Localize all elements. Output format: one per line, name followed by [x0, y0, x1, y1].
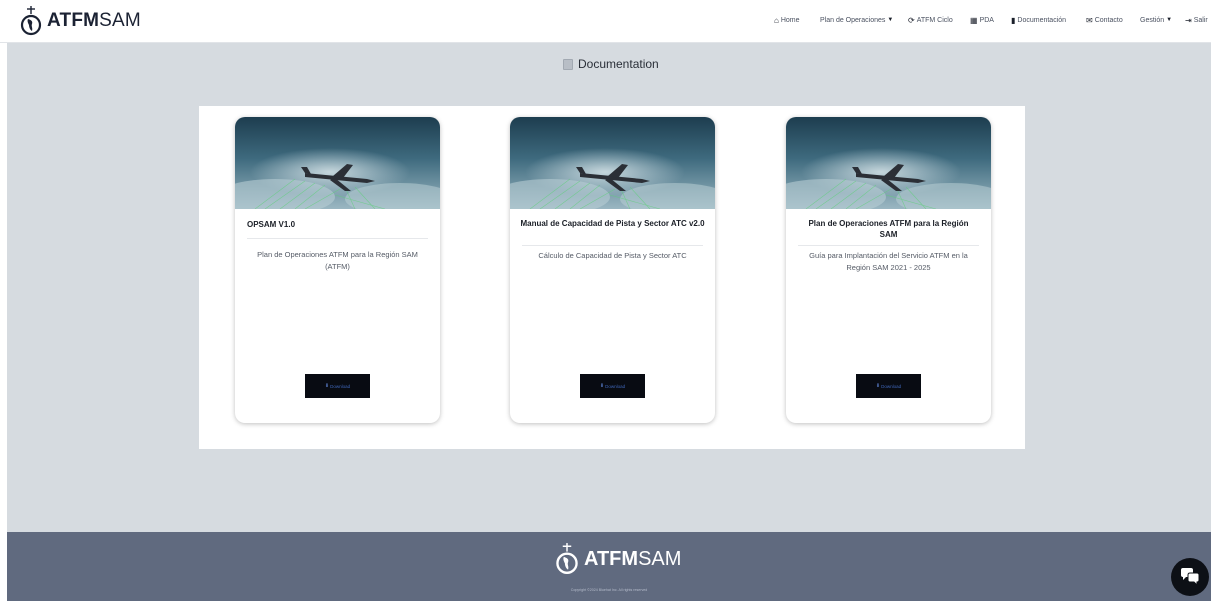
card-divider	[247, 238, 428, 239]
card-description: Guía para Implantación del Servicio ATFM…	[809, 251, 968, 272]
nav-pda-label: PDA	[979, 16, 994, 24]
card-title: Manual de Capacidad de Pista y Sector AT…	[520, 219, 705, 228]
nav-atfm-ciclo[interactable]: ⟳ ATFM Ciclo	[908, 0, 953, 40]
nav-gestion-label: Gestión	[1140, 16, 1165, 24]
nav-home[interactable]: ⌂ Home	[774, 0, 800, 40]
card-divider	[522, 245, 703, 246]
nav-pda[interactable]: ▦ PDA	[970, 0, 994, 40]
nav-documentacion[interactable]: ▮ Documentación	[1011, 0, 1066, 40]
download-button-label: Download	[881, 383, 902, 389]
envelope-icon: ✉	[1086, 15, 1093, 25]
card-divider	[798, 245, 979, 246]
book-icon: ▮	[1011, 15, 1016, 25]
copyright-text: Copyright ©2024 Bluehat Inc. All rights …	[570, 588, 648, 592]
card-image-aircraft	[510, 117, 715, 209]
nav-documentacion-label: Documentación	[1017, 16, 1067, 24]
footer: ATFMSAM Copyright ©2024 Bluehat Inc. All…	[7, 532, 1211, 601]
nav-contacto[interactable]: ✉ Contacto	[1086, 0, 1123, 40]
download-button-label: Download	[605, 383, 626, 389]
document-card: Manual de Capacidad de Pista y Sector AT…	[510, 117, 715, 423]
footer-logo[interactable]: ATFMSAM	[555, 542, 681, 576]
card-image-aircraft	[235, 117, 440, 209]
nav-home-label: Home	[780, 16, 800, 24]
brand-name: ATFMSAM	[47, 10, 141, 31]
globe-plane-logo-icon	[556, 543, 578, 574]
nav-plan-operaciones[interactable]: Plan de Operaciones ▼	[820, 0, 893, 40]
document-card: Plan de Operaciones ATFM para la Región …	[786, 117, 991, 423]
nav-salir[interactable]: ⇥ Salir	[1185, 0, 1208, 40]
download-button[interactable]: ⬇ Download	[305, 374, 370, 398]
card-title: Plan de Operaciones ATFM para la Región …	[808, 219, 969, 239]
download-icon: ⬇	[599, 383, 605, 389]
calendar-icon: ▦	[970, 15, 978, 25]
download-button[interactable]: ⬇ Download	[856, 374, 921, 398]
download-button-label: Download	[330, 383, 351, 389]
chat-icon	[1181, 568, 1200, 587]
home-icon: ⌂	[774, 15, 779, 25]
page-title-text: Documentation	[578, 57, 659, 71]
caret-down-icon: ▼	[1166, 17, 1173, 23]
globe-plane-logo-icon	[20, 6, 42, 36]
top-navbar: ATFMSAM ⌂ Home Plan de Operaciones ▼ ⟳ ATFM…	[0, 0, 1211, 43]
footer-brand-name: ATFMSAM	[584, 547, 682, 570]
nav-gestion[interactable]: Gestión ▼	[1140, 0, 1172, 40]
card-image-aircraft	[786, 117, 991, 209]
sign-out-icon: ⇥	[1185, 15, 1192, 25]
caret-down-icon: ▼	[887, 17, 894, 23]
page-left-strip	[0, 43, 7, 601]
card-title: OPSAM V1.0	[247, 220, 296, 229]
download-icon: ⬇	[875, 383, 881, 389]
nav-salir-label: Salir	[1193, 16, 1208, 24]
page-title: Documentation	[563, 57, 659, 71]
card-description: Plan de Operaciones ATFM para la Región …	[257, 250, 418, 271]
download-button[interactable]: ⬇ Download	[580, 374, 645, 398]
nav-contacto-label: Contacto	[1094, 16, 1123, 24]
download-icon: ⬇	[324, 383, 330, 389]
refresh-icon: ⟳	[908, 15, 915, 25]
card-description: Cálculo de Capacidad de Pista y Sector A…	[538, 251, 687, 260]
chat-button[interactable]	[1171, 558, 1209, 596]
nav-ciclo-label: ATFM Ciclo	[916, 16, 953, 24]
document-card: OPSAM V1.0 Plan de Operaciones ATFM para…	[235, 117, 440, 423]
nav-plan-label: Plan de Operaciones	[820, 16, 886, 24]
brand-logo[interactable]: ATFMSAM	[20, 5, 141, 37]
book-icon	[563, 58, 573, 70]
